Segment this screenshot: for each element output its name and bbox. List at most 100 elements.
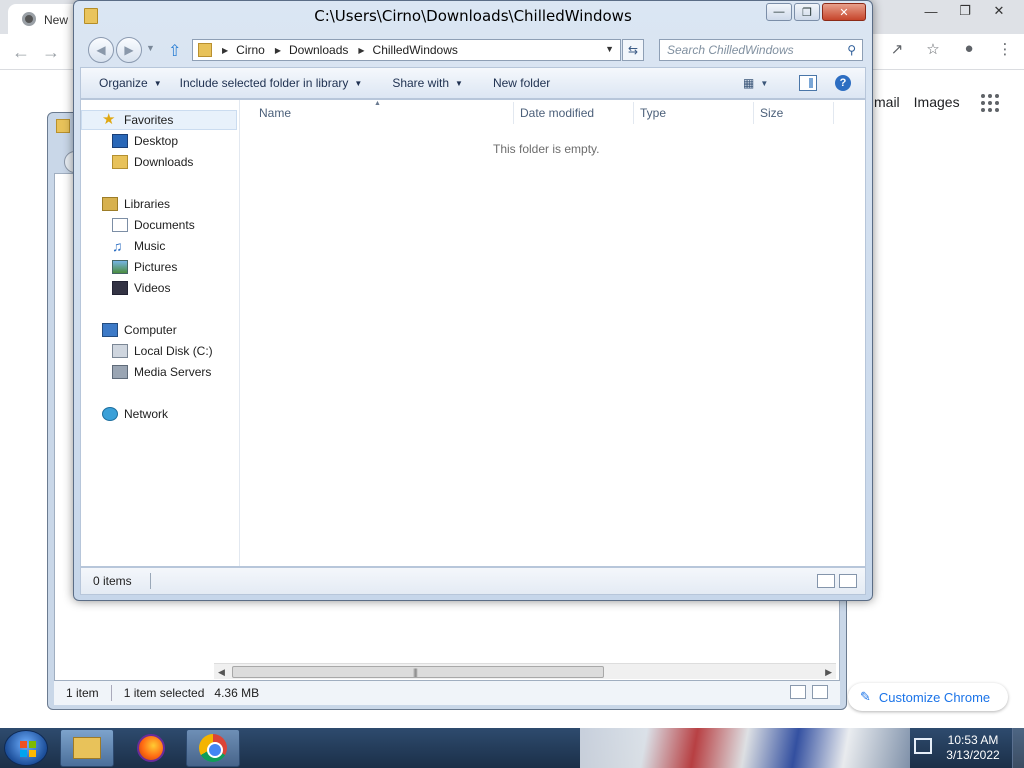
status-item-count: 0 items xyxy=(93,574,132,588)
include-in-library-button[interactable]: Include selected folder in library ▼ xyxy=(180,76,363,90)
column-header-size[interactable]: Size xyxy=(760,106,783,120)
large-icons-view-icon[interactable] xyxy=(839,574,857,588)
chevron-down-icon: ▼ xyxy=(153,78,162,88)
chrome-forward-arrow-icon[interactable]: → xyxy=(42,42,60,63)
pictures-icon xyxy=(112,260,128,274)
nav-item-computer[interactable]: Computer xyxy=(102,320,177,340)
maximize-button[interactable]: ❐ xyxy=(794,3,820,21)
address-dropdown-icon[interactable]: ▼ xyxy=(605,44,614,54)
nav-item-favorites[interactable]: ★ Favorites xyxy=(81,110,237,130)
folder-icon xyxy=(73,737,101,759)
status-item-count: 1 item xyxy=(66,686,99,700)
nav-item-label: Music xyxy=(134,239,166,253)
desktop-icon xyxy=(112,134,128,148)
details-view-icon[interactable] xyxy=(817,574,835,588)
chevron-down-icon: ▼ xyxy=(354,78,363,88)
minimize-button[interactable]: — xyxy=(766,3,792,21)
nav-item-label: Favorites xyxy=(124,113,174,127)
address-bar[interactable]: ▶ Cirno ▶ Downloads ▶ ChilledWindows ▼ xyxy=(192,39,621,61)
nav-item-documents[interactable]: Documents xyxy=(112,215,195,235)
customize-chrome-button[interactable]: ✎ Customize Chrome xyxy=(848,683,1008,711)
taskbar-chrome-button[interactable] xyxy=(186,729,240,767)
nav-item-downloads[interactable]: Downloads xyxy=(112,152,193,172)
show-desktop-button[interactable] xyxy=(1012,728,1024,768)
system-clock[interactable]: 10:53 AM 3/13/2022 xyxy=(940,733,1006,763)
nav-item-media-servers[interactable]: Media Servers xyxy=(112,362,211,382)
libraries-icon xyxy=(102,197,118,211)
share-with-button[interactable]: Share with ▼ xyxy=(392,76,463,90)
column-headers: ▲ Name Date modified Type Size xyxy=(241,100,865,126)
chevron-down-icon: ▼ xyxy=(760,78,769,88)
breadcrumb-arrow-icon[interactable]: ▶ xyxy=(222,46,228,55)
nav-item-music[interactable]: ♫ Music xyxy=(112,236,165,256)
search-icon[interactable]: ⚲ xyxy=(847,43,856,57)
breadcrumb-arrow-icon[interactable]: ▶ xyxy=(358,46,364,55)
breadcrumb-chilledwindows[interactable]: ChilledWindows xyxy=(373,43,458,57)
nav-item-pictures[interactable]: Pictures xyxy=(112,257,177,277)
chrome-minimize-button[interactable]: — xyxy=(914,0,948,22)
chrome-close-button[interactable]: ✕ xyxy=(982,0,1016,22)
taskbar-explorer-button[interactable] xyxy=(60,729,114,767)
large-icons-view-icon[interactable] xyxy=(812,685,828,699)
preview-pane-icon[interactable] xyxy=(799,75,817,91)
search-box[interactable]: ⚲ xyxy=(659,39,863,61)
nav-item-label: Downloads xyxy=(134,155,194,169)
recent-pages-dropdown-icon[interactable]: ▼ xyxy=(146,43,155,53)
column-header-type[interactable]: Type xyxy=(640,106,666,120)
share-icon[interactable]: ↗ xyxy=(886,40,908,58)
column-header-date-modified[interactable]: Date modified xyxy=(520,106,594,120)
chrome-menu-icon[interactable]: ⋮ xyxy=(994,40,1016,58)
images-link[interactable]: Images xyxy=(914,94,960,110)
firefox-icon xyxy=(137,734,165,762)
profile-avatar-icon[interactable]: ● xyxy=(958,40,980,58)
breadcrumb-arrow-icon[interactable]: ▶ xyxy=(275,46,281,55)
forward-button[interactable]: ▶ xyxy=(116,37,142,63)
explorer-window[interactable]: C:\Users\Cirno\Downloads\ChilledWindows … xyxy=(73,0,873,601)
google-apps-icon[interactable] xyxy=(981,94,999,112)
nav-item-desktop[interactable]: Desktop xyxy=(112,131,178,151)
column-header-name[interactable]: Name xyxy=(259,106,291,120)
new-folder-button[interactable]: New folder xyxy=(493,76,550,90)
network-tray-icon[interactable] xyxy=(914,738,932,754)
details-view-icon[interactable] xyxy=(790,685,806,699)
scroll-right-arrow-icon[interactable]: ▶ xyxy=(825,667,832,678)
column-divider[interactable] xyxy=(633,102,634,124)
share-with-label: Share with xyxy=(392,76,450,90)
back-button[interactable]: ◀ xyxy=(88,37,114,63)
up-arrow-icon[interactable]: ⇧ xyxy=(168,41,181,61)
status-divider xyxy=(110,685,112,701)
chrome-restore-button[interactable]: ❐ xyxy=(948,0,982,22)
nav-item-videos[interactable]: Videos xyxy=(112,278,170,298)
nav-item-network[interactable]: Network xyxy=(102,404,168,424)
column-divider[interactable] xyxy=(513,102,514,124)
nav-item-libraries[interactable]: Libraries xyxy=(102,194,170,214)
column-divider[interactable] xyxy=(753,102,754,124)
desktop-wallpaper-strip xyxy=(580,728,910,768)
organize-button[interactable]: Organize ▼ xyxy=(99,76,162,90)
column-divider[interactable] xyxy=(833,102,834,124)
nav-item-local-disk[interactable]: Local Disk (C:) xyxy=(112,341,213,361)
google-header-links: mail Images xyxy=(874,94,960,110)
horizontal-scrollbar[interactable]: ◀ ||| ▶ xyxy=(214,663,836,679)
close-button[interactable]: ✕ xyxy=(822,3,866,21)
breadcrumb-downloads[interactable]: Downloads xyxy=(289,43,348,57)
chevron-down-icon: ▼ xyxy=(455,78,463,88)
start-button[interactable] xyxy=(4,730,48,766)
scroll-left-arrow-icon[interactable]: ◀ xyxy=(218,667,225,678)
refresh-icon[interactable]: ⇆ xyxy=(622,39,644,61)
bookmark-star-icon[interactable]: ☆ xyxy=(922,40,944,58)
breadcrumb-cirno[interactable]: Cirno xyxy=(236,43,265,57)
gmail-link[interactable]: mail xyxy=(874,94,900,110)
chrome-toolbar-icons: ↗ ☆ ● ⋮ xyxy=(886,40,1016,58)
search-input[interactable] xyxy=(660,40,836,60)
nav-item-label: Computer xyxy=(124,323,177,337)
status-size: 4.36 MB xyxy=(214,686,260,700)
chrome-back-arrow-icon[interactable]: ← xyxy=(12,42,30,63)
scrollbar-thumb[interactable]: ||| xyxy=(232,666,604,678)
taskbar-firefox-button[interactable] xyxy=(124,729,178,767)
help-icon[interactable]: ? xyxy=(835,75,851,91)
star-icon: ★ xyxy=(102,111,116,128)
view-toggle-buttons xyxy=(790,685,828,699)
change-view-button[interactable]: ▦ ▼ xyxy=(743,76,768,90)
navigation-pane: ★ Favorites Desktop Downloads Libraries … xyxy=(81,100,240,566)
